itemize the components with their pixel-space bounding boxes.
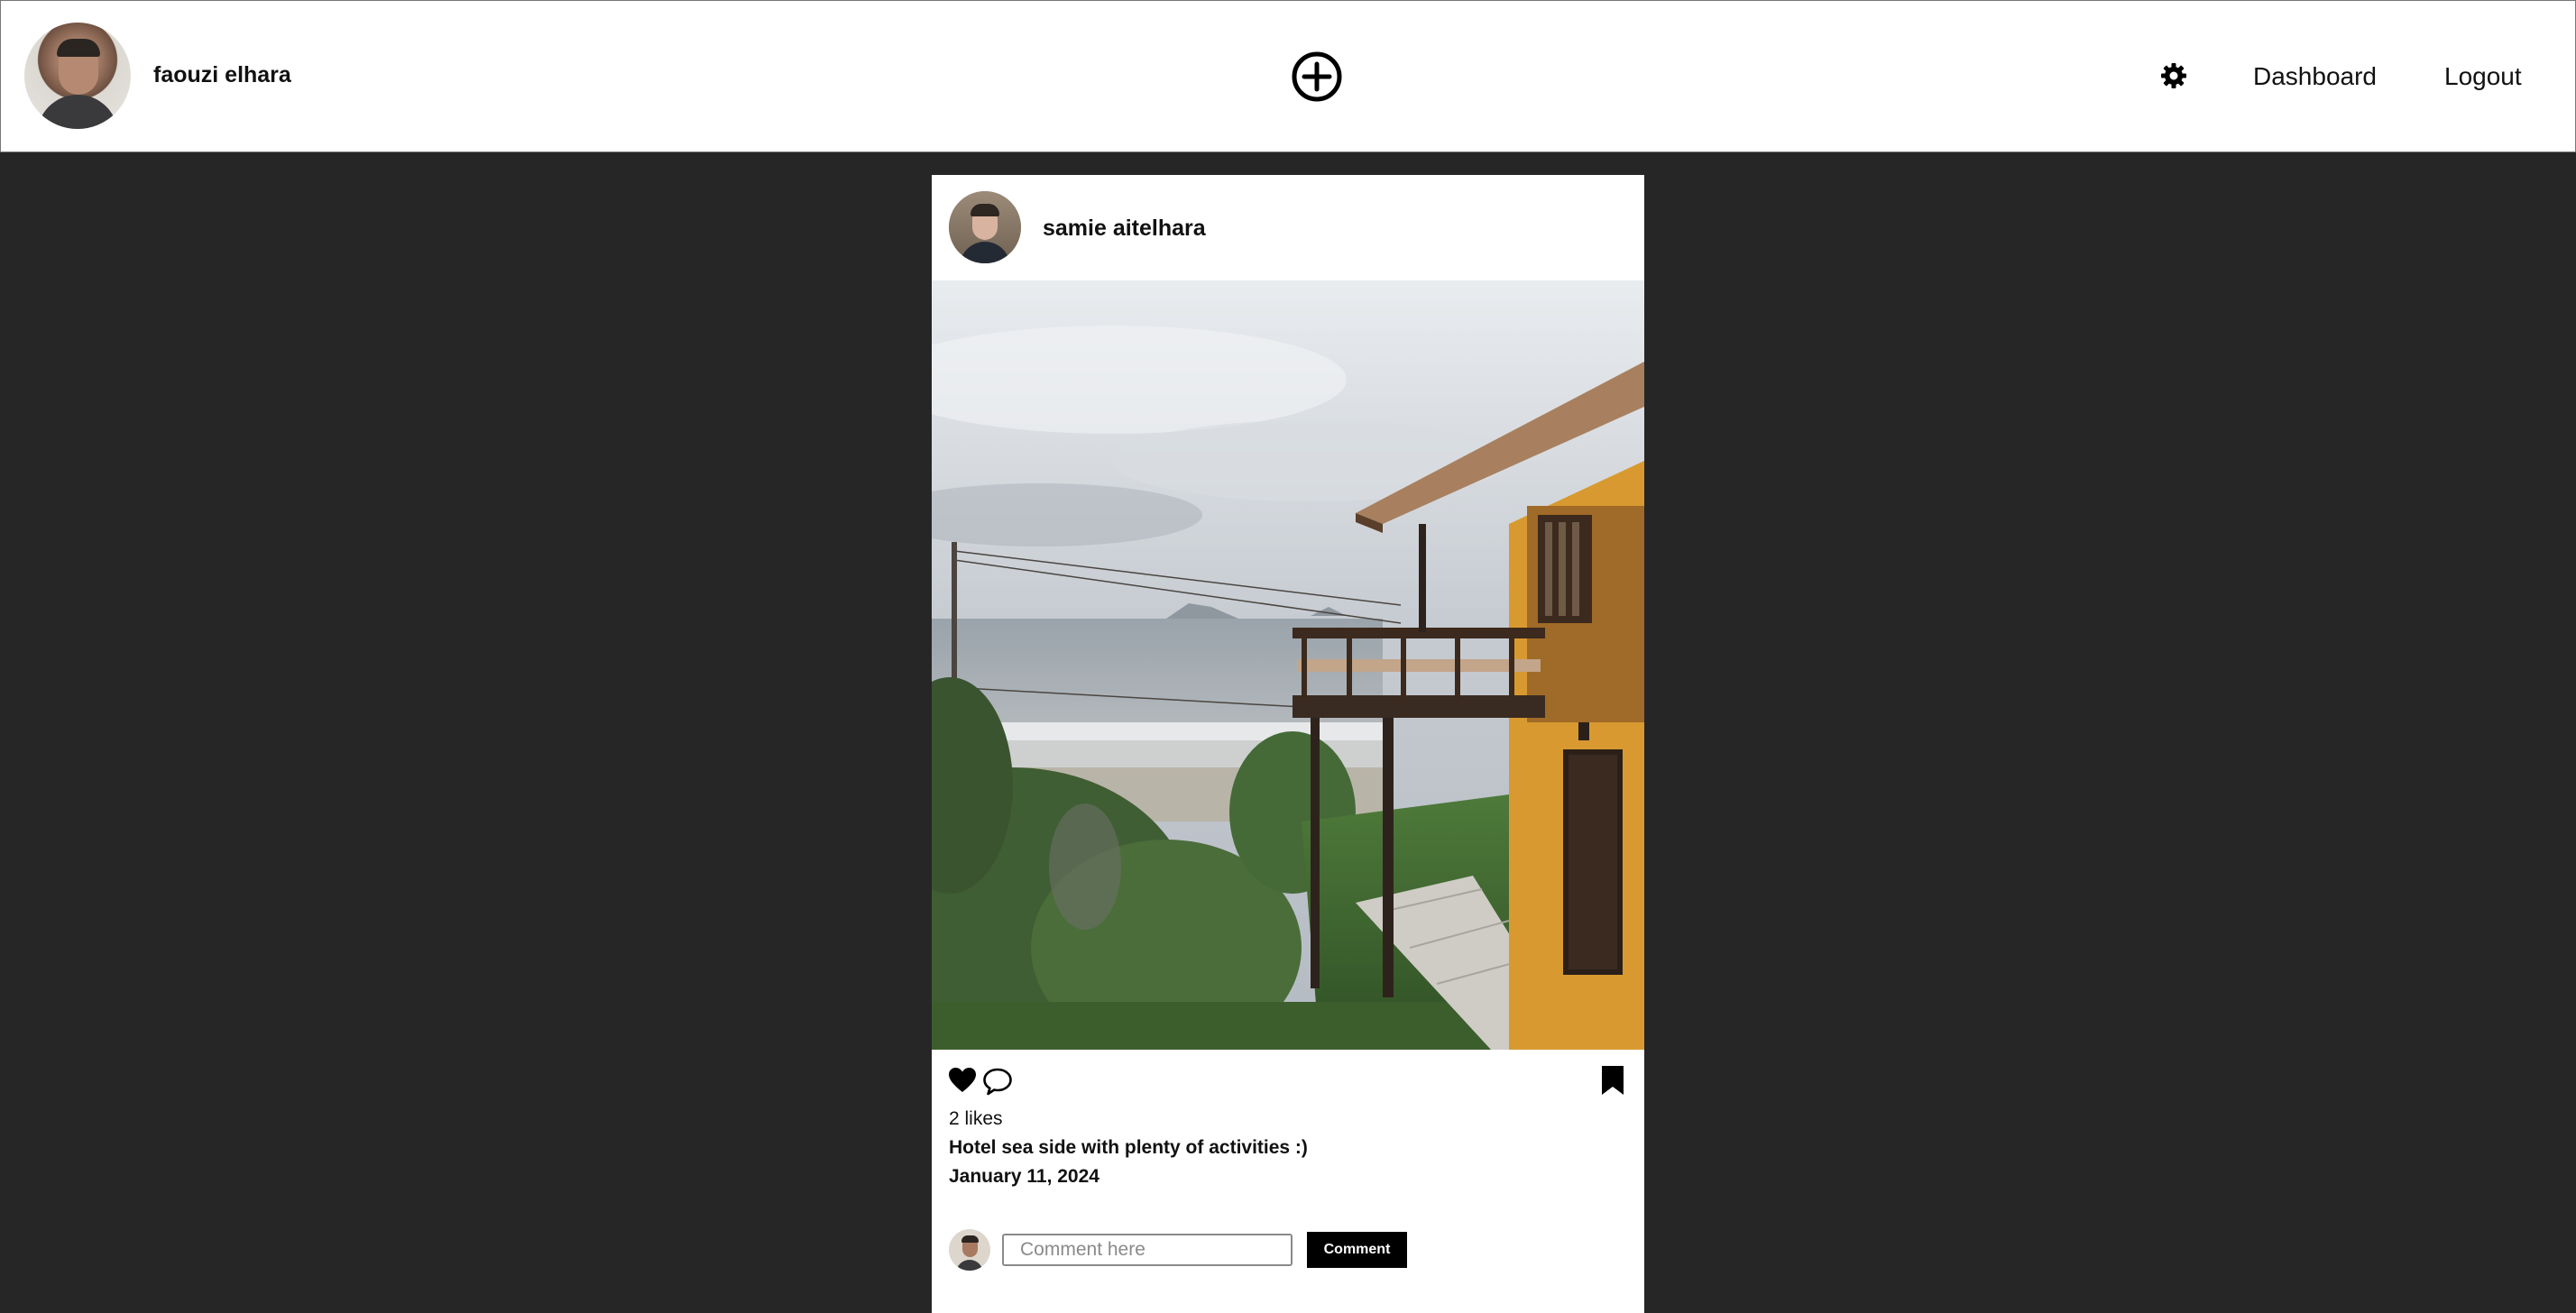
gear-icon[interactable] [2160,62,2187,89]
bookmark-icon[interactable] [1601,1065,1624,1096]
likes-count: 2 likes [949,1108,1003,1129]
add-circle-icon[interactable] [1291,50,1343,103]
top-navbar: faouzi elhara Dashboard Logout [0,0,2576,152]
comment-submit-button[interactable]: Comment [1307,1232,1407,1268]
post-author-name[interactable]: samie aitelhara [1043,216,1206,242]
logout-link[interactable]: Logout [2444,62,2522,91]
comment-bubble-icon[interactable] [982,1067,1013,1096]
dashboard-link[interactable]: Dashboard [2253,62,2377,91]
commenter-avatar [949,1229,990,1271]
post-caption: Hotel sea side with plenty of activities… [949,1137,1308,1158]
user-avatar[interactable] [24,23,131,129]
post-image [932,280,1644,1050]
post-date: January 11, 2024 [949,1166,1099,1187]
post-card: samie aitelhara 2 likes Hotel sea side w… [932,175,1644,1313]
post-author-avatar[interactable] [949,191,1021,263]
comment-input[interactable] [1002,1234,1293,1266]
heart-icon[interactable] [948,1067,977,1094]
current-user-name[interactable]: faouzi elhara [153,62,291,88]
